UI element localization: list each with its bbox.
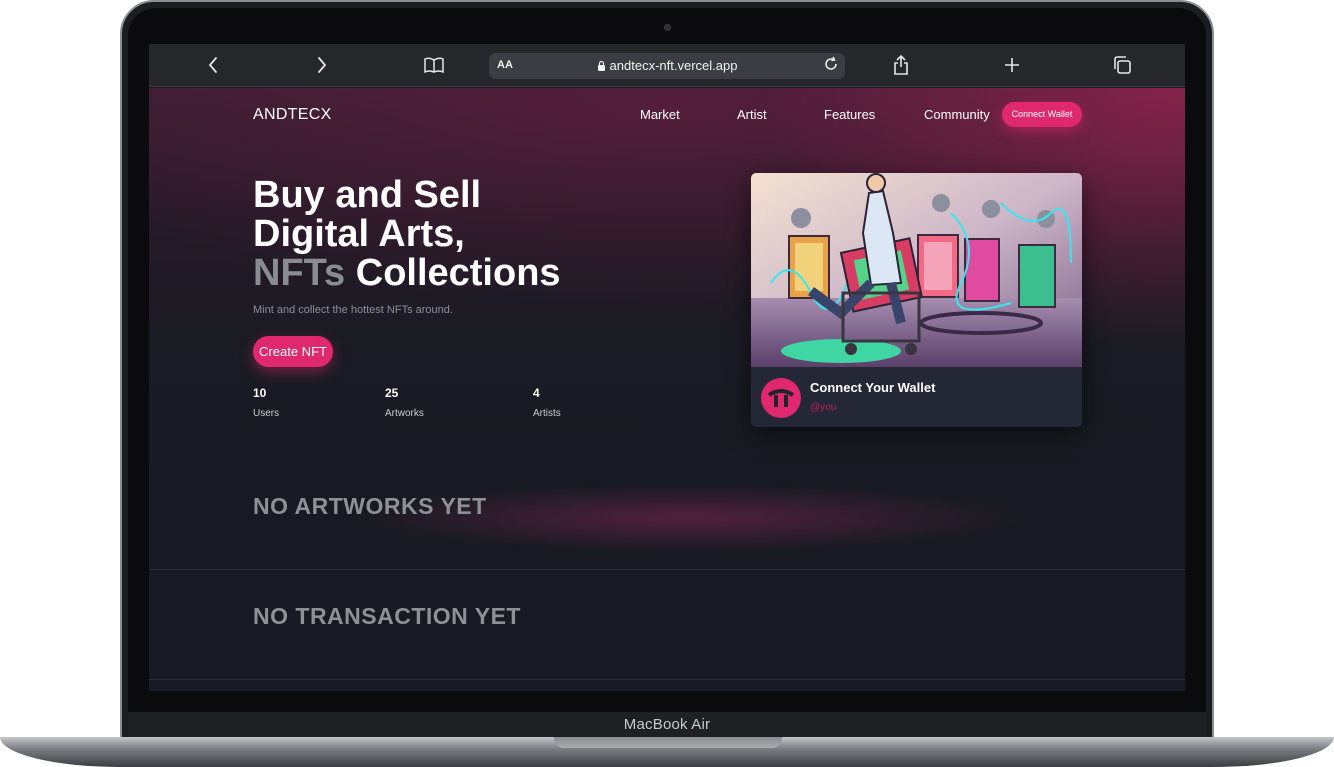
artworks-empty-heading: NO ARTWORKS YET — [253, 493, 487, 519]
hero-subtitle: Mint and collect the hottest NFTs around… — [253, 304, 453, 316]
camera-icon — [664, 24, 671, 31]
lock-icon — [597, 60, 605, 71]
tabs-icon[interactable] — [1109, 53, 1135, 77]
connect-wallet-button[interactable]: Connect Wallet — [1002, 102, 1082, 127]
create-nft-button[interactable]: Create NFT — [253, 336, 333, 367]
headline-line-3: NFTs Collections — [253, 254, 561, 293]
nav-market[interactable]: Market — [640, 107, 680, 122]
brand-logo[interactable]: ANDTECX — [253, 106, 332, 124]
card-handle: @you — [810, 402, 837, 413]
hero-section: ANDTECX Market Artist Features Community… — [149, 88, 1185, 460]
stat-artworks-value: 25 — [385, 386, 399, 400]
address-bar[interactable]: AA andtecx-nft.vercel.app — [489, 53, 845, 79]
plus-icon[interactable] — [999, 53, 1025, 77]
web-page: ANDTECX Market Artist Features Community… — [149, 88, 1185, 691]
headline-nfts: NFTs — [253, 252, 346, 294]
chevron-left-icon[interactable] — [200, 53, 226, 77]
nav-community[interactable]: Community — [924, 107, 990, 122]
nav-features[interactable]: Features — [824, 107, 875, 122]
browser-screen: AA andtecx-nft.vercel.app ANDTECX Market… — [149, 44, 1185, 691]
avatar[interactable] — [761, 378, 801, 418]
hero-headline: Buy and Sell Digital Arts, NFTs Collecti… — [253, 176, 561, 293]
section-divider — [149, 679, 1185, 680]
stat-artists-value: 4 — [533, 386, 540, 400]
section-divider — [149, 569, 1185, 570]
featured-nft-card[interactable]: Connect Your Wallet @you — [751, 173, 1082, 427]
url-display[interactable]: andtecx-nft.vercel.app — [489, 58, 845, 73]
book-icon[interactable] — [421, 53, 447, 77]
device-label: MacBook Air — [623, 716, 711, 733]
headline-line-2: Digital Arts, — [253, 213, 465, 255]
stat-artworks-label: Artworks — [385, 408, 424, 419]
stat-artists-label: Artists — [533, 408, 561, 419]
card-title: Connect Your Wallet — [810, 380, 936, 395]
headline-collections: Collections — [345, 252, 561, 294]
laptop-mockup: AA andtecx-nft.vercel.app ANDTECX Market… — [0, 0, 1334, 767]
headline-line-1: Buy and Sell — [253, 174, 482, 216]
chevron-right-icon[interactable] — [309, 53, 335, 77]
transactions-empty-heading: NO TRANSACTION YET — [253, 603, 521, 629]
reload-icon[interactable] — [823, 56, 839, 76]
nft-artwork-image — [751, 173, 1082, 367]
browser-toolbar: AA andtecx-nft.vercel.app — [149, 44, 1185, 87]
laptop-notch — [554, 737, 782, 748]
share-icon[interactable] — [888, 53, 914, 77]
stat-users-value: 10 — [253, 386, 267, 400]
nav-artist[interactable]: Artist — [737, 107, 767, 122]
url-text: andtecx-nft.vercel.app — [609, 58, 738, 73]
stat-users-label: Users — [253, 408, 280, 419]
